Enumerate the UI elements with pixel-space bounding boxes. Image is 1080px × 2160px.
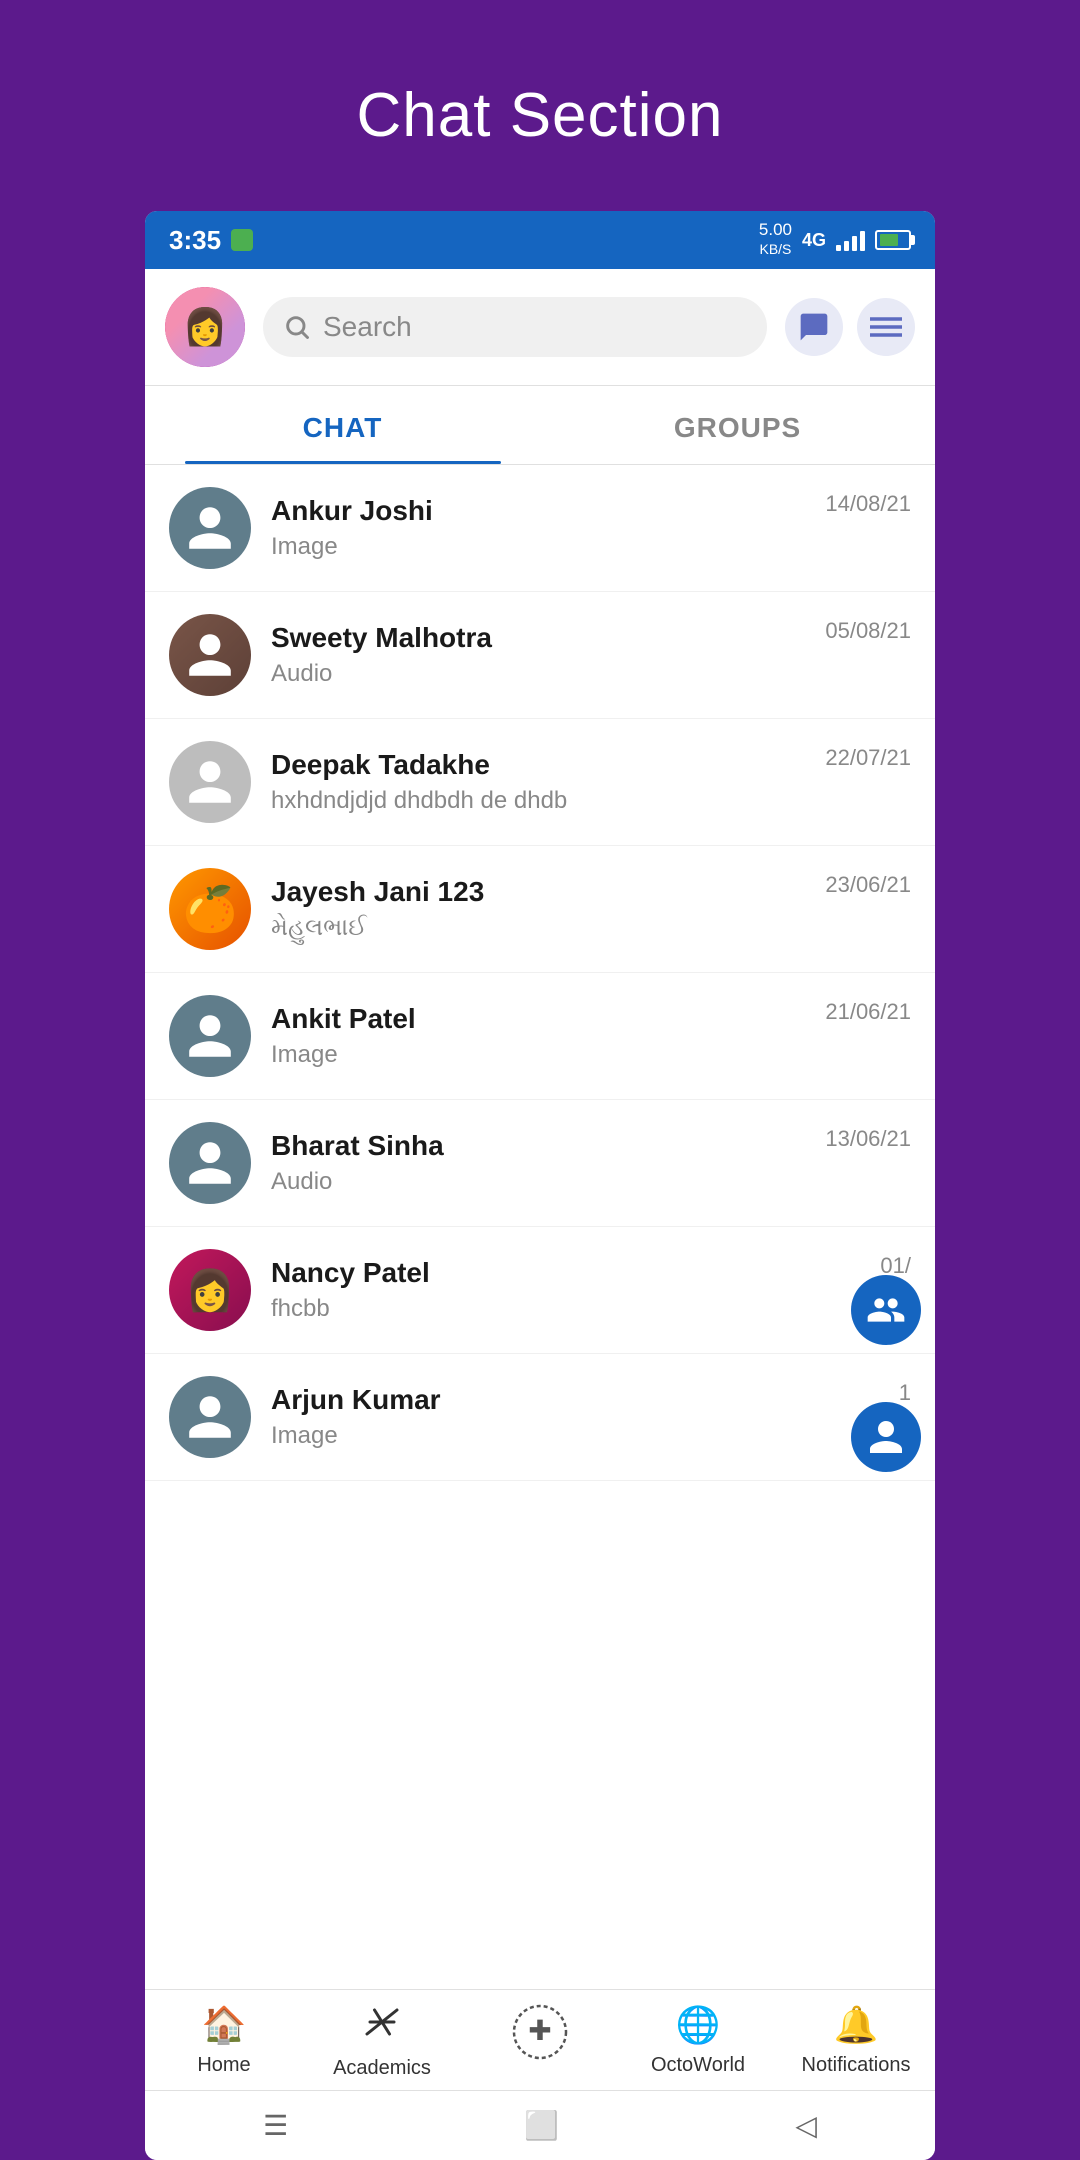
avatar	[169, 995, 251, 1077]
chat-preview: Audio	[271, 660, 805, 688]
phone-frame: 3:35 5.00 KB/S 4G 👩	[145, 211, 935, 2160]
chat-info: Arjun Kumar Image	[271, 1384, 879, 1450]
chat-preview: Audio	[271, 1168, 805, 1196]
chat-item[interactable]: Deepak Tadakhe hxhdndjdjd dhdbdh de dhdb…	[145, 719, 935, 846]
chat-bubble-icon	[798, 311, 830, 343]
android-home-button[interactable]: ⬜	[524, 2109, 559, 2142]
chat-info: Ankur Joshi Image	[271, 495, 805, 561]
svg-text:✚: ✚	[528, 2015, 551, 2046]
search-placeholder: Search	[323, 311, 412, 343]
nav-home[interactable]: 🏠 Home	[145, 2004, 303, 2080]
chat-item[interactable]: Bharat Sinha Audio 13/06/21	[145, 1100, 935, 1227]
chat-bubble-button[interactable]	[785, 298, 843, 356]
page-title: Chat Section	[357, 80, 724, 151]
battery-saver-icon	[231, 229, 253, 251]
chat-time: 23/06/21	[825, 872, 911, 898]
chat-name: Nancy Patel	[271, 1257, 860, 1289]
chat-item[interactable]: Sweety Malhotra Audio 05/08/21	[145, 592, 935, 719]
chat-preview: fhcbb	[271, 1295, 860, 1323]
chat-item[interactable]: Arjun Kumar Image 1	[145, 1354, 935, 1481]
nav-add[interactable]: ✚	[461, 2004, 619, 2080]
status-time-area: 3:35	[169, 225, 253, 256]
academics-icon	[364, 2004, 400, 2049]
person-float-button[interactable]	[851, 1402, 921, 1472]
chat-item[interactable]: Ankit Patel Image 21/06/21	[145, 973, 935, 1100]
header-icons	[785, 298, 915, 356]
chat-list: Ankur Joshi Image 14/08/21 Sweety Malhot…	[145, 465, 935, 1989]
signal-bars-icon	[836, 229, 865, 251]
octoworld-icon: 🌐	[676, 2004, 721, 2046]
connection-type: 4G	[802, 230, 826, 251]
user-avatar[interactable]: 👩	[165, 287, 245, 367]
search-icon	[283, 313, 311, 341]
chat-preview: Image	[271, 1422, 879, 1450]
chat-preview: hxhdndjdjd dhdbdh de dhdb	[271, 787, 805, 815]
chat-info: Bharat Sinha Audio	[271, 1130, 805, 1196]
bottom-nav: 🏠 Home Academics ✚ 🌐 Oc	[145, 1989, 935, 2090]
avatar: 👩	[169, 1249, 251, 1331]
nav-octoworld-label: OctoWorld	[651, 2054, 745, 2077]
avatar	[169, 487, 251, 569]
status-time: 3:35	[169, 225, 221, 256]
chat-name: Deepak Tadakhe	[271, 749, 805, 781]
menu-button[interactable]	[857, 298, 915, 356]
chat-item[interactable]: 🍊 Jayesh Jani 123 મેહુલભાઈ 23/06/21	[145, 846, 935, 973]
group-icon	[866, 1290, 906, 1330]
network-speed: 5.00 KB/S	[759, 221, 792, 258]
chat-info: Jayesh Jani 123 મેહુલભાઈ	[271, 876, 805, 942]
nav-octoworld[interactable]: 🌐 OctoWorld	[619, 2004, 777, 2080]
chat-time: 14/08/21	[825, 491, 911, 517]
chat-info: Deepak Tadakhe hxhdndjdjd dhdbdh de dhdb	[271, 749, 805, 815]
chat-name: Ankit Patel	[271, 1003, 805, 1035]
avatar	[169, 1122, 251, 1204]
status-bar: 3:35 5.00 KB/S 4G	[145, 211, 935, 269]
avatar: 🍊	[169, 868, 251, 950]
tab-groups[interactable]: GROUPS	[540, 386, 935, 464]
chat-name: Jayesh Jani 123	[271, 876, 805, 908]
header: 👩 Search	[145, 269, 935, 386]
avatar	[169, 614, 251, 696]
avatar	[169, 741, 251, 823]
chat-time: 1	[899, 1380, 911, 1406]
avatar-image: 👩	[165, 287, 245, 367]
group-float-button[interactable]	[851, 1275, 921, 1345]
nav-academics-label: Academics	[333, 2057, 431, 2080]
android-back-button[interactable]: ◁	[795, 2109, 817, 2142]
chat-time: 22/07/21	[825, 745, 911, 771]
chat-info: Sweety Malhotra Audio	[271, 622, 805, 688]
add-icon: ✚	[512, 2004, 568, 2069]
chat-name: Sweety Malhotra	[271, 622, 805, 654]
avatar	[169, 1376, 251, 1458]
hamburger-icon	[870, 313, 902, 341]
battery-icon	[875, 230, 911, 250]
chat-preview: મેહુલભાઈ	[271, 914, 805, 942]
chat-info: Ankit Patel Image	[271, 1003, 805, 1069]
android-nav-bar: ☰ ⬜ ◁	[145, 2090, 935, 2160]
search-bar[interactable]: Search	[263, 297, 767, 357]
chat-name: Ankur Joshi	[271, 495, 805, 527]
chat-info: Nancy Patel fhcbb	[271, 1257, 860, 1323]
nav-notifications-label: Notifications	[802, 2054, 911, 2077]
chat-name: Bharat Sinha	[271, 1130, 805, 1162]
nav-home-label: Home	[197, 2054, 250, 2077]
chat-item[interactable]: Ankur Joshi Image 14/08/21	[145, 465, 935, 592]
android-menu-button[interactable]: ☰	[263, 2109, 288, 2142]
tabs-container: CHAT GROUPS	[145, 386, 935, 465]
home-icon: 🏠	[202, 2004, 247, 2046]
status-right-area: 5.00 KB/S 4G	[759, 221, 911, 258]
tab-chat[interactable]: CHAT	[145, 386, 540, 464]
chat-time: 13/06/21	[825, 1126, 911, 1152]
chat-item[interactable]: 👩 Nancy Patel fhcbb 01/	[145, 1227, 935, 1354]
chat-time: 05/08/21	[825, 618, 911, 644]
chat-name: Arjun Kumar	[271, 1384, 879, 1416]
notifications-icon: 🔔	[834, 2004, 879, 2046]
chat-time: 21/06/21	[825, 999, 911, 1025]
nav-notifications[interactable]: 🔔 Notifications	[777, 2004, 935, 2080]
chat-preview: Image	[271, 1041, 805, 1069]
chat-preview: Image	[271, 533, 805, 561]
person-icon	[866, 1417, 906, 1457]
nav-academics[interactable]: Academics	[303, 2004, 461, 2080]
